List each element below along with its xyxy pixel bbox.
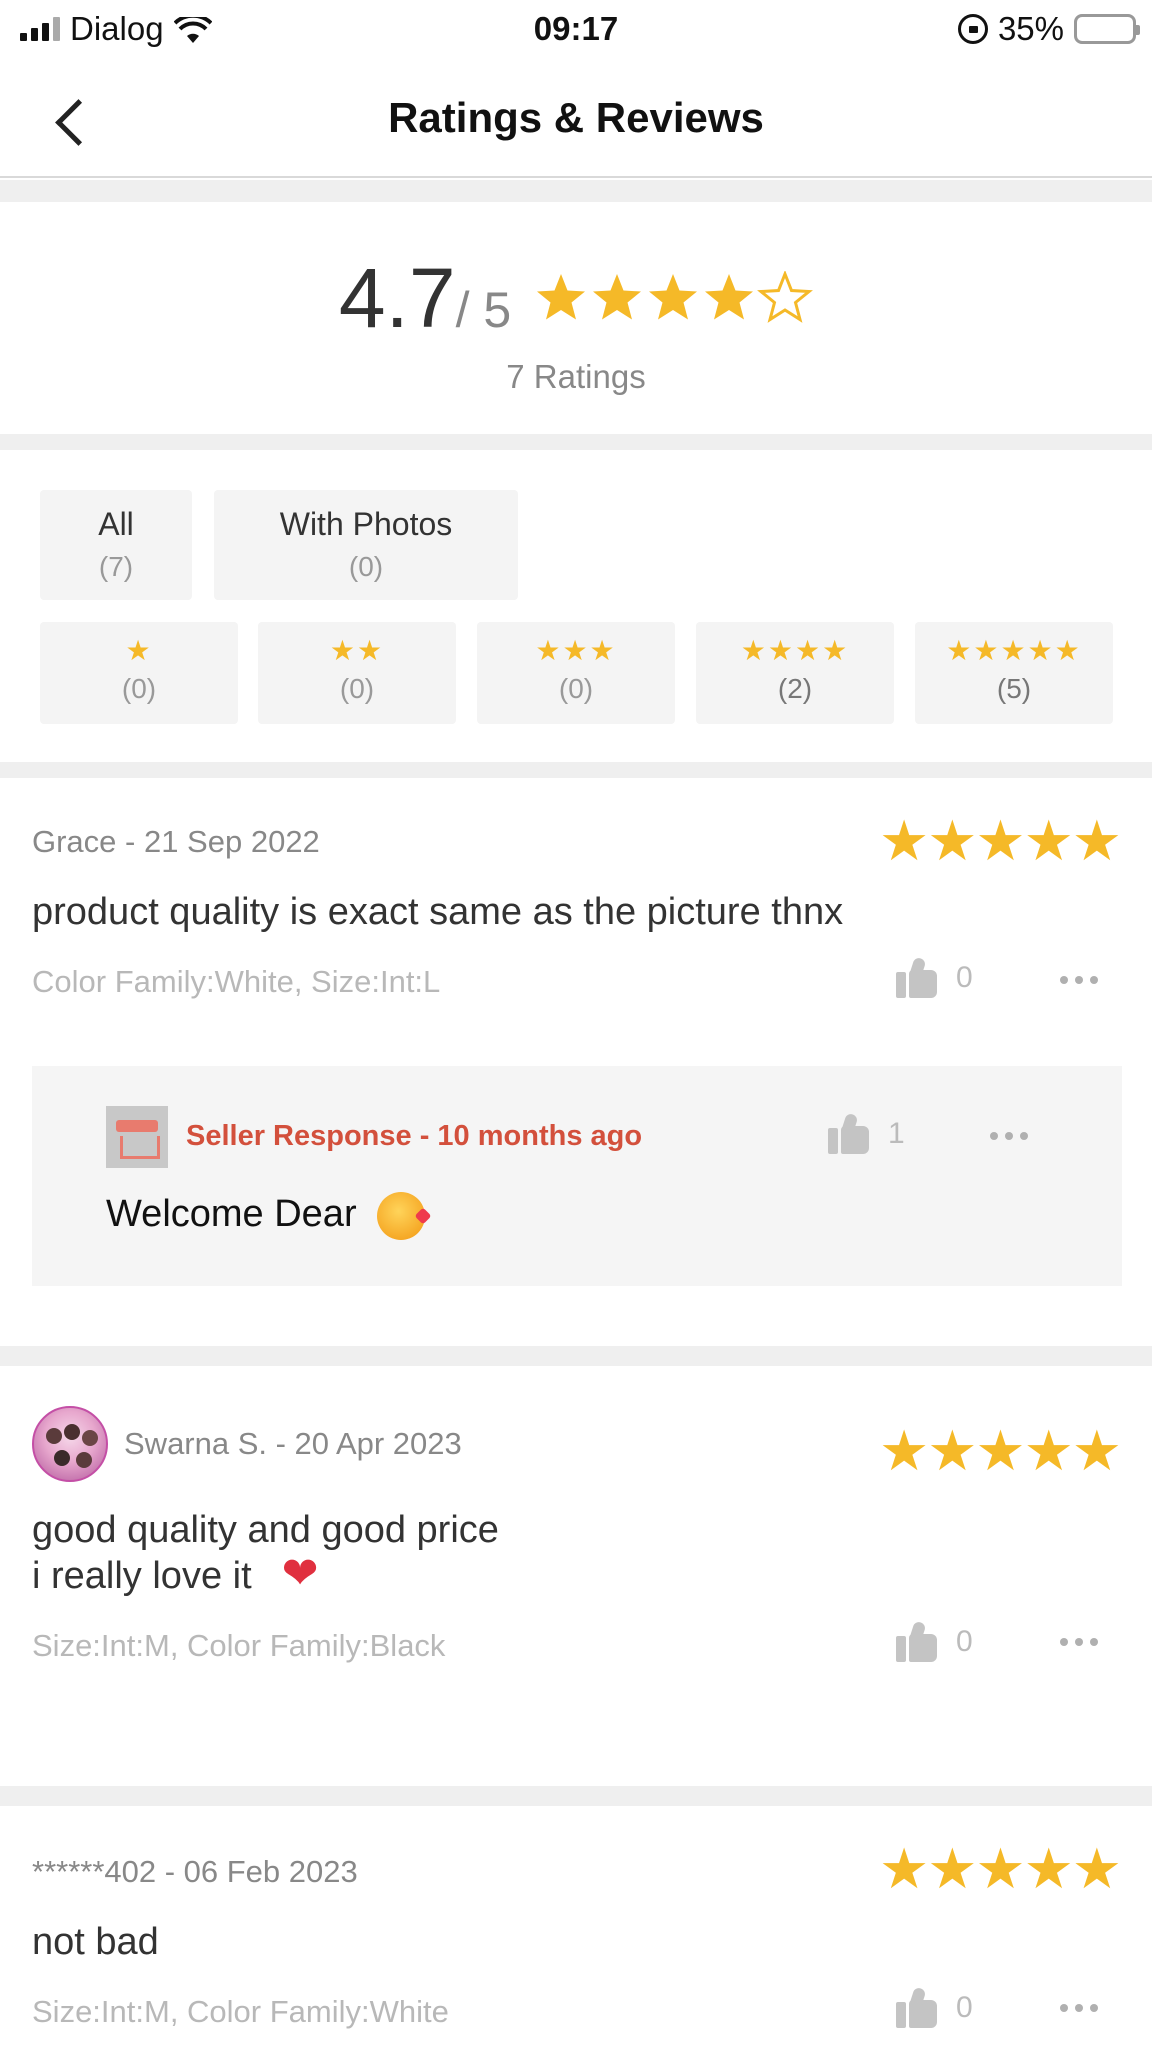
review-text: product quality is exact same as the pic…	[32, 891, 844, 933]
like-count: 0	[956, 961, 973, 994]
like-button[interactable]: 0	[896, 1620, 973, 1662]
filter-count: (0)	[348, 551, 384, 582]
filter-1-star[interactable]: ★ (0)	[40, 622, 238, 724]
more-options-icon[interactable]	[1060, 2004, 1098, 2012]
smiling-face-with-hearts-icon	[377, 1192, 426, 1240]
thumbs-up-icon	[896, 1986, 940, 2028]
seller-response-message: Welcome Dear	[106, 1193, 357, 1236]
seller-response-text: Welcome Dear	[106, 1192, 426, 1240]
review-stars: ★★★★★	[878, 809, 1122, 872]
seller-response: Seller Response - 10 months ago 1 Welcom…	[32, 1066, 1122, 1286]
nav-bar: Ratings & Reviews	[0, 62, 1152, 178]
review-item: Swarna S. - 20 Apr 2023 ★★★★★ good quali…	[0, 1366, 1152, 1786]
review-text-line: i really love it	[32, 1555, 252, 1597]
average-score: 4.7	[338, 251, 456, 345]
review-sku: Color Family:White, Size:Int:L	[32, 964, 441, 999]
filter-label: All	[98, 506, 134, 542]
review-stars: ★★★★★	[878, 1837, 1122, 1900]
review-text-line: good quality and good price	[32, 1509, 499, 1551]
more-options-icon[interactable]	[1060, 976, 1098, 984]
page-title: Ratings & Reviews	[388, 94, 764, 141]
review-author-date: Swarna S. - 20 Apr 2023	[32, 1406, 462, 1482]
review-text-line-2: i really love it ❤	[32, 1552, 499, 1598]
heart-icon: ❤	[281, 1549, 319, 1598]
shop-icon	[106, 1106, 168, 1168]
score-max: / 5	[455, 282, 512, 338]
filter-stars: ★★	[329, 635, 385, 666]
section-divider	[0, 434, 1152, 450]
summary-stars	[533, 271, 813, 327]
filter-stars: ★★★★★	[946, 635, 1082, 666]
status-bar: Dialog 09:17 35%	[0, 0, 1152, 60]
filter-5-star[interactable]: ★★★★★ (5)	[915, 622, 1113, 724]
like-count: 0	[956, 1625, 973, 1658]
section-divider	[0, 180, 1152, 202]
thumbs-up-icon	[828, 1112, 872, 1154]
battery-icon	[1074, 14, 1140, 44]
filter-label: With Photos	[279, 506, 453, 542]
section-divider	[0, 1786, 1152, 1806]
battery-percent: 35%	[997, 10, 1064, 47]
filter-count: (0)	[558, 673, 594, 704]
avatar	[32, 1406, 108, 1482]
filter-stars: ★	[125, 635, 153, 666]
like-button[interactable]: 0	[896, 956, 973, 998]
filter-2-star[interactable]: ★★ (0)	[258, 622, 456, 724]
review-item: Grace - 21 Sep 2022 ★★★★★ product qualit…	[0, 778, 1152, 1346]
review-filters: All (7) With Photos (0) ★ (0) ★★ (0) ★★★…	[0, 450, 1152, 762]
filter-stars: ★★★	[535, 635, 617, 666]
review-item: ******402 - 06 Feb 2023 ★★★★★ not bad Si…	[0, 1806, 1152, 2048]
filter-3-star[interactable]: ★★★ (0)	[477, 622, 675, 724]
review-author: ******402 - 06 Feb 2023	[32, 1854, 358, 1889]
filter-count: (5)	[996, 673, 1032, 704]
review-text: not bad	[32, 1921, 159, 1963]
review-sku: Size:Int:M, Color Family:White	[32, 1994, 449, 2029]
filter-count: (0)	[339, 673, 375, 704]
star-rating-icon	[537, 272, 811, 321]
review-author: Swarna S. - 20 Apr 2023	[124, 1426, 462, 1461]
status-right: 35%	[957, 10, 1140, 48]
filter-stars: ★★★★	[740, 635, 850, 666]
review-text: good quality and good price i really lov…	[32, 1508, 499, 1598]
thumbs-up-icon	[896, 956, 940, 998]
more-options-icon[interactable]	[990, 1132, 1028, 1140]
like-button[interactable]: 1	[828, 1112, 905, 1154]
review-sku: Size:Int:M, Color Family:Black	[32, 1628, 446, 1663]
filter-count: (0)	[121, 673, 157, 704]
section-divider	[0, 1346, 1152, 1366]
thumbs-up-icon	[896, 1620, 940, 1662]
filter-count: (7)	[98, 551, 134, 582]
review-author-date: Grace - 21 Sep 2022	[32, 824, 320, 860]
filter-4-star[interactable]: ★★★★ (2)	[696, 622, 894, 724]
section-divider	[0, 762, 1152, 778]
like-button[interactable]: 0	[896, 1986, 973, 2028]
more-options-icon[interactable]	[1060, 1638, 1098, 1646]
review-author-date: ******402 - 06 Feb 2023	[32, 1854, 358, 1890]
review-stars: ★★★★★	[878, 1419, 1122, 1482]
like-count: 1	[888, 1117, 905, 1150]
filter-count: (2)	[777, 673, 813, 704]
orientation-lock-icon	[957, 14, 988, 44]
seller-response-title: Seller Response - 10 months ago	[186, 1120, 643, 1152]
like-count: 0	[956, 1991, 973, 2024]
filter-with-photos[interactable]: With Photos (0)	[214, 490, 518, 600]
review-author: Grace - 21 Sep 2022	[32, 824, 320, 859]
filter-all[interactable]: All (7)	[40, 490, 192, 600]
ratings-count: 7 Ratings	[506, 358, 646, 395]
rating-summary: 4.7 / 5 7 Ratings	[0, 202, 1152, 434]
